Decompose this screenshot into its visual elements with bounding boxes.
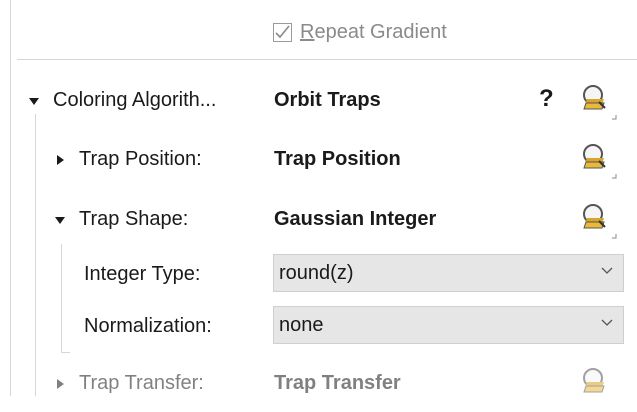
tree-line-trap-shape-end: [61, 352, 70, 353]
tree-line-trap-shape: [61, 244, 62, 352]
normalization-label: Normalization:: [84, 315, 212, 337]
browse-trap-transfer-icon[interactable]: [582, 367, 622, 407]
chevron-down-icon: [601, 267, 613, 274]
tree-line-coloring: [35, 114, 36, 396]
expand-trap-position-icon[interactable]: [57, 155, 64, 165]
expand-coloring-icon[interactable]: [29, 98, 39, 105]
help-button[interactable]: ?: [539, 85, 554, 113]
trap-transfer-label: Trap Transfer:: [79, 372, 204, 394]
trap-shape-label: Trap Shape:: [79, 208, 189, 230]
repeat-gradient-label: Repeat Gradient: [300, 20, 447, 43]
trap-transfer-value[interactable]: Trap Transfer: [274, 372, 401, 395]
integer-type-label: Integer Type:: [84, 263, 201, 285]
left-panel-border: [10, 0, 11, 396]
normalization-selected: none: [279, 313, 324, 336]
integer-type-dropdown[interactable]: round(z): [273, 254, 624, 292]
browse-coloring-icon[interactable]: [582, 84, 622, 124]
expand-trap-shape-icon[interactable]: [55, 217, 65, 224]
browse-trap-position-icon[interactable]: [582, 143, 622, 183]
repeat-gradient-checkbox[interactable]: Repeat Gradient: [273, 18, 447, 46]
trap-position-label: Trap Position:: [79, 148, 202, 170]
trap-position-value[interactable]: Trap Position: [274, 148, 401, 171]
coloring-algorithm-label: Coloring Algorith...: [53, 89, 217, 111]
expand-trap-transfer-icon[interactable]: [57, 379, 64, 389]
normalization-dropdown[interactable]: none: [273, 306, 624, 344]
coloring-algorithm-value[interactable]: Orbit Traps: [274, 89, 381, 112]
chevron-down-icon: [601, 319, 613, 326]
trap-shape-value[interactable]: Gaussian Integer: [274, 208, 436, 231]
integer-type-selected: round(z): [279, 261, 354, 284]
browse-trap-shape-icon[interactable]: [582, 203, 622, 243]
checkbox-icon: [273, 22, 292, 42]
section-separator: [17, 59, 637, 60]
